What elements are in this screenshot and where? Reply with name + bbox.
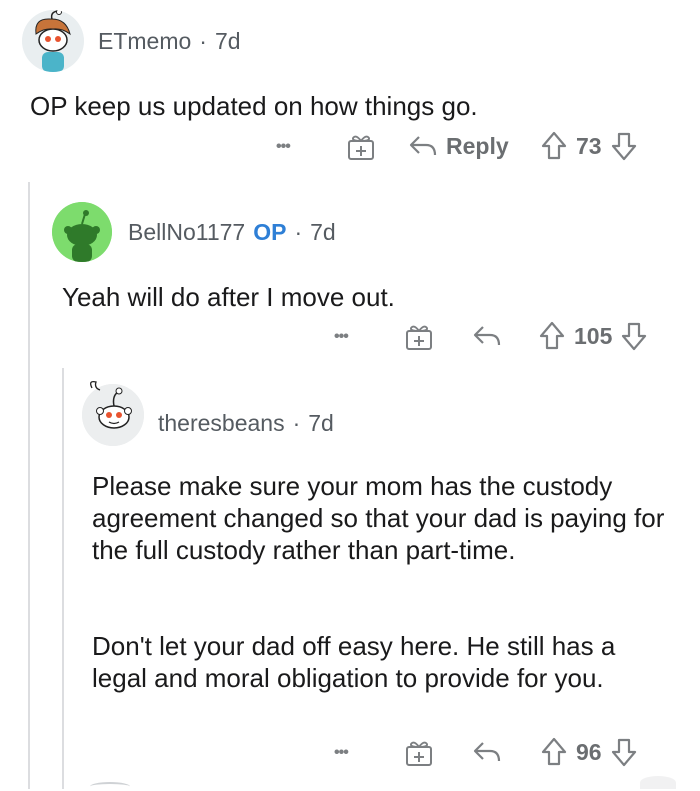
vote-count: 96	[576, 738, 602, 765]
username-link[interactable]: theresbeans	[158, 410, 285, 436]
downvote-arrow-icon[interactable]	[620, 320, 648, 352]
reply-button[interactable]	[472, 322, 502, 350]
vote-count: 73	[576, 132, 602, 159]
avatar[interactable]	[52, 202, 112, 262]
reply-arrow-icon	[409, 136, 437, 156]
comment-meta: theresbeans · 7d	[158, 410, 334, 437]
vote-controls: 105	[538, 320, 648, 352]
upvote-arrow-icon[interactable]	[538, 320, 566, 352]
snoo-avatar-icon	[22, 10, 84, 72]
upvote-arrow-icon[interactable]	[540, 736, 568, 768]
reply-button[interactable]	[472, 738, 502, 766]
more-options-button[interactable]: •••	[334, 738, 349, 768]
thread-line-level-1[interactable]	[28, 182, 30, 789]
separator-dot: ·	[199, 28, 207, 54]
snoo-avatar-icon	[82, 380, 144, 446]
next-comment-avatar-partial	[90, 782, 130, 791]
more-options-button[interactable]: •••	[334, 322, 349, 352]
upvote-arrow-icon[interactable]	[540, 130, 568, 162]
more-options-icon: •••	[334, 328, 349, 345]
comment-paragraph: Please make sure your mom has the custod…	[92, 471, 665, 565]
thread-line-level-2[interactable]	[62, 368, 64, 789]
award-button[interactable]	[346, 132, 376, 162]
downvote-arrow-icon[interactable]	[610, 130, 638, 162]
avatar[interactable]	[82, 380, 144, 446]
separator-dot: ·	[294, 219, 303, 245]
timestamp: 7d	[308, 410, 334, 436]
more-options-button[interactable]: •••	[276, 132, 291, 162]
snoo-avatar-icon	[52, 202, 112, 262]
more-options-icon: •••	[276, 138, 291, 155]
reply-button[interactable]: Reply	[408, 132, 509, 160]
comment-meta: BellNo1177 OP · 7d	[128, 219, 336, 246]
timestamp: 7d	[310, 219, 336, 245]
award-gift-icon	[406, 325, 432, 350]
award-gift-icon	[348, 135, 374, 160]
timestamp: 7d	[214, 28, 241, 54]
comment-meta: ETmemo · 7d	[98, 28, 241, 55]
username-link[interactable]: ETmemo	[98, 28, 191, 54]
reply-arrow-icon	[473, 326, 501, 346]
award-gift-icon	[406, 741, 432, 766]
reply-arrow-icon	[473, 742, 501, 762]
award-button[interactable]	[404, 738, 434, 768]
more-options-icon: •••	[334, 744, 349, 761]
op-badge: OP	[253, 219, 287, 245]
comment-text: Yeah will do after I move out.	[62, 282, 395, 312]
avatar[interactable]	[22, 10, 84, 72]
reply-label: Reply	[446, 132, 509, 159]
vote-controls: 73	[540, 130, 638, 162]
award-button[interactable]	[404, 322, 434, 352]
username-link[interactable]: BellNo1177	[128, 219, 245, 245]
comment-text: OP keep us updated on how things go.	[30, 91, 478, 121]
vote-count: 105	[574, 322, 613, 349]
downvote-arrow-icon[interactable]	[610, 736, 638, 768]
comment-paragraph: Don't let your dad off easy here. He sti…	[92, 631, 616, 693]
vote-controls: 96	[540, 736, 638, 768]
separator-dot: ·	[292, 410, 301, 436]
next-comment-avatar-partial-right	[640, 776, 676, 789]
